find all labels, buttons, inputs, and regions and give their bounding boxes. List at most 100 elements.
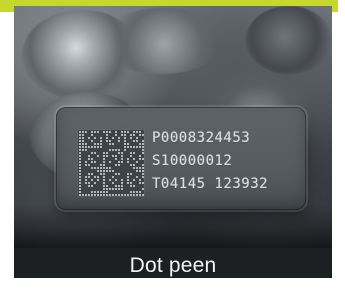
data-matrix-dot [96,142,99,145]
data-matrix-dot [141,193,144,196]
image-frame: P0008324453 S10000012 T04145 123932 Dot … [0,0,345,289]
data-matrix-dot [138,142,141,145]
data-matrix-dot [141,139,144,142]
data-matrix-dot [141,178,144,181]
data-matrix-dot [90,193,93,196]
data-matrix-dot [81,142,84,145]
data-matrix-dot [96,190,99,193]
data-matrix-dot [84,172,87,175]
lower-shadow [14,204,332,249]
data-matrix-dot [138,139,141,142]
data-matrix-dot [78,193,81,196]
data-matrix-dot [99,193,102,196]
data-matrix-dot [141,154,144,157]
data-matrix-dot [111,184,114,187]
data-matrix-dot [141,190,144,193]
data-matrix-dot [126,193,129,196]
data-matrix-dot [99,190,102,193]
data-matrix-dot [78,145,81,148]
data-matrix-dot [141,148,144,151]
caption-text: Dot peen [129,253,217,277]
data-matrix-dot [141,166,144,169]
data-matrix-dot [81,193,84,196]
data-matrix-dot [81,145,84,148]
data-matrix-dot [135,166,138,169]
data-matrix-dot [114,160,117,163]
data-matrix-dot [141,160,144,163]
metal-bump-top-right [246,6,332,74]
data-matrix-dot [102,184,105,187]
data-matrix-dot [105,193,108,196]
caption-bar: Dot peen [14,248,332,278]
data-matrix-dot [114,184,117,187]
data-matrix-dot [78,139,81,142]
data-matrix-dot [93,193,96,196]
data-matrix-dot [129,190,132,193]
data-matrix-dot [135,142,138,145]
data-matrix-dot [99,163,102,166]
data-matrix-dot [132,136,135,139]
data-matrix-dot [120,130,123,133]
data-matrix-dot [141,184,144,187]
data-matrix-dot [120,193,123,196]
data-matrix-dot [99,166,102,169]
data-matrix-dot [93,190,96,193]
data-matrix-dot [117,184,120,187]
data-matrix-dot [138,166,141,169]
data-matrix-dot [105,166,108,169]
data-matrix-dot [141,136,144,139]
data-matrix-dot [138,193,141,196]
data-matrix-dot [99,187,102,190]
data-matrix-dot [102,166,105,169]
data-matrix-dot [102,193,105,196]
data-matrix-dot [135,190,138,193]
data-matrix-dot [78,136,81,139]
data-matrix-dot [117,193,120,196]
data-matrix-dot [129,130,132,133]
engraved-line-1: P0008324453 [152,130,251,146]
data-matrix-dot [138,163,141,166]
engraved-line-2: S10000012 [152,153,233,169]
data-matrix-dot [102,151,105,154]
data-matrix-dot [84,193,87,196]
data-matrix-dot [135,193,138,196]
data-matrix-dot [108,193,111,196]
data-matrix-dot [87,190,90,193]
data-matrix-dot [132,190,135,193]
data-matrix-dot [123,142,126,145]
data-matrix-dot [96,166,99,169]
data-matrix-dot [123,193,126,196]
data-matrix-dot [117,181,120,184]
data-matrix-dot [129,193,132,196]
data-matrix-dot [90,142,93,145]
data-matrix-dot [141,169,144,172]
data-matrix-dot [99,160,102,163]
data-matrix-dot [78,142,81,145]
data-matrix-dot [99,169,102,172]
data-matrix-dot [90,190,93,193]
metal-bump-top-center [100,8,224,74]
data-matrix-dot [78,133,81,136]
engraved-label-plate: P0008324453 S10000012 T04145 123932 [56,107,306,210]
data-matrix-dot [126,190,129,193]
data-matrix-dot [141,163,144,166]
data-matrix-dot [141,142,144,145]
data-matrix-dot [102,190,105,193]
data-matrix-dot [87,193,90,196]
data-matrix-dot [96,139,99,142]
data-matrix-dot [102,187,105,190]
dot-peen-photo: P0008324453 S10000012 T04145 123932 Dot … [14,6,332,278]
data-matrix-dot [117,157,120,160]
data-matrix-dot [114,193,117,196]
data-matrix-dot [141,172,144,175]
data-matrix-dot [141,145,144,148]
data-matrix-dot [96,193,99,196]
engraved-text-block: P0008324453 S10000012 T04145 123932 [152,127,268,196]
data-matrix-dot [132,193,135,196]
data-matrix-dot [141,130,144,133]
data-matrix-dot [78,130,81,133]
data-matrix-dot [111,193,114,196]
data-matrix-dot [96,163,99,166]
data-matrix-code [78,130,144,196]
engraved-line-3: T04145 123932 [152,176,269,192]
